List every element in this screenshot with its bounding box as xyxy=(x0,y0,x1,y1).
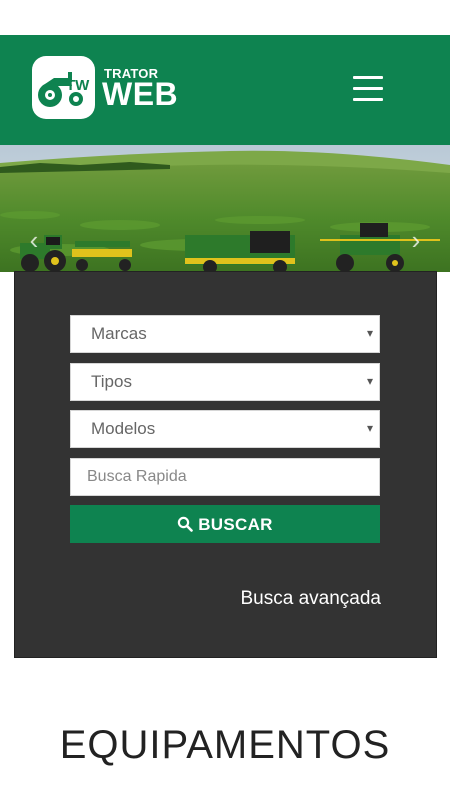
advanced-search-link[interactable]: Busca avançada xyxy=(241,588,382,610)
search-button-label: BUSCAR xyxy=(198,515,273,534)
chevron-left-icon: ‹ xyxy=(29,225,39,255)
tractor-logo-icon: TW xyxy=(32,56,95,119)
search-button[interactable]: BUSCAR xyxy=(70,505,380,543)
types-select-label: Tipos xyxy=(91,372,132,391)
chevron-down-icon: ▾ xyxy=(366,326,373,340)
carousel-prev-arrow[interactable]: ‹ xyxy=(22,225,46,255)
brands-select[interactable]: Marcas ▾ xyxy=(70,315,380,353)
search-icon xyxy=(178,516,194,532)
farm-field-image xyxy=(0,145,450,272)
hamburger-menu-icon[interactable] xyxy=(350,73,386,105)
search-panel: Marcas ▾ Tipos ▾ Modelos ▾ BUSCAR Busca … xyxy=(14,271,437,658)
carousel-next-arrow[interactable]: › xyxy=(404,225,428,255)
quick-search-field[interactable] xyxy=(70,458,380,496)
logo-big-text: WEB xyxy=(102,76,179,112)
hero-banner: ‹ › xyxy=(0,145,450,272)
chevron-right-icon: › xyxy=(411,225,421,255)
chevron-down-icon: ▾ xyxy=(366,374,373,388)
types-select[interactable]: Tipos ▾ xyxy=(70,363,380,401)
tratorweb-logo[interactable]: TW TRATOR WEB xyxy=(32,56,192,120)
section-title: EQUIPAMENTOS xyxy=(59,723,391,767)
brands-select-label: Marcas xyxy=(91,324,147,343)
site-header: TW TRATOR WEB xyxy=(0,35,450,145)
models-select-label: Modelos xyxy=(91,419,156,438)
quick-search-input[interactable] xyxy=(71,459,379,495)
logo-mark-text: TW xyxy=(66,77,90,94)
models-select[interactable]: Modelos ▾ xyxy=(70,410,380,448)
chevron-down-icon: ▾ xyxy=(366,421,373,435)
